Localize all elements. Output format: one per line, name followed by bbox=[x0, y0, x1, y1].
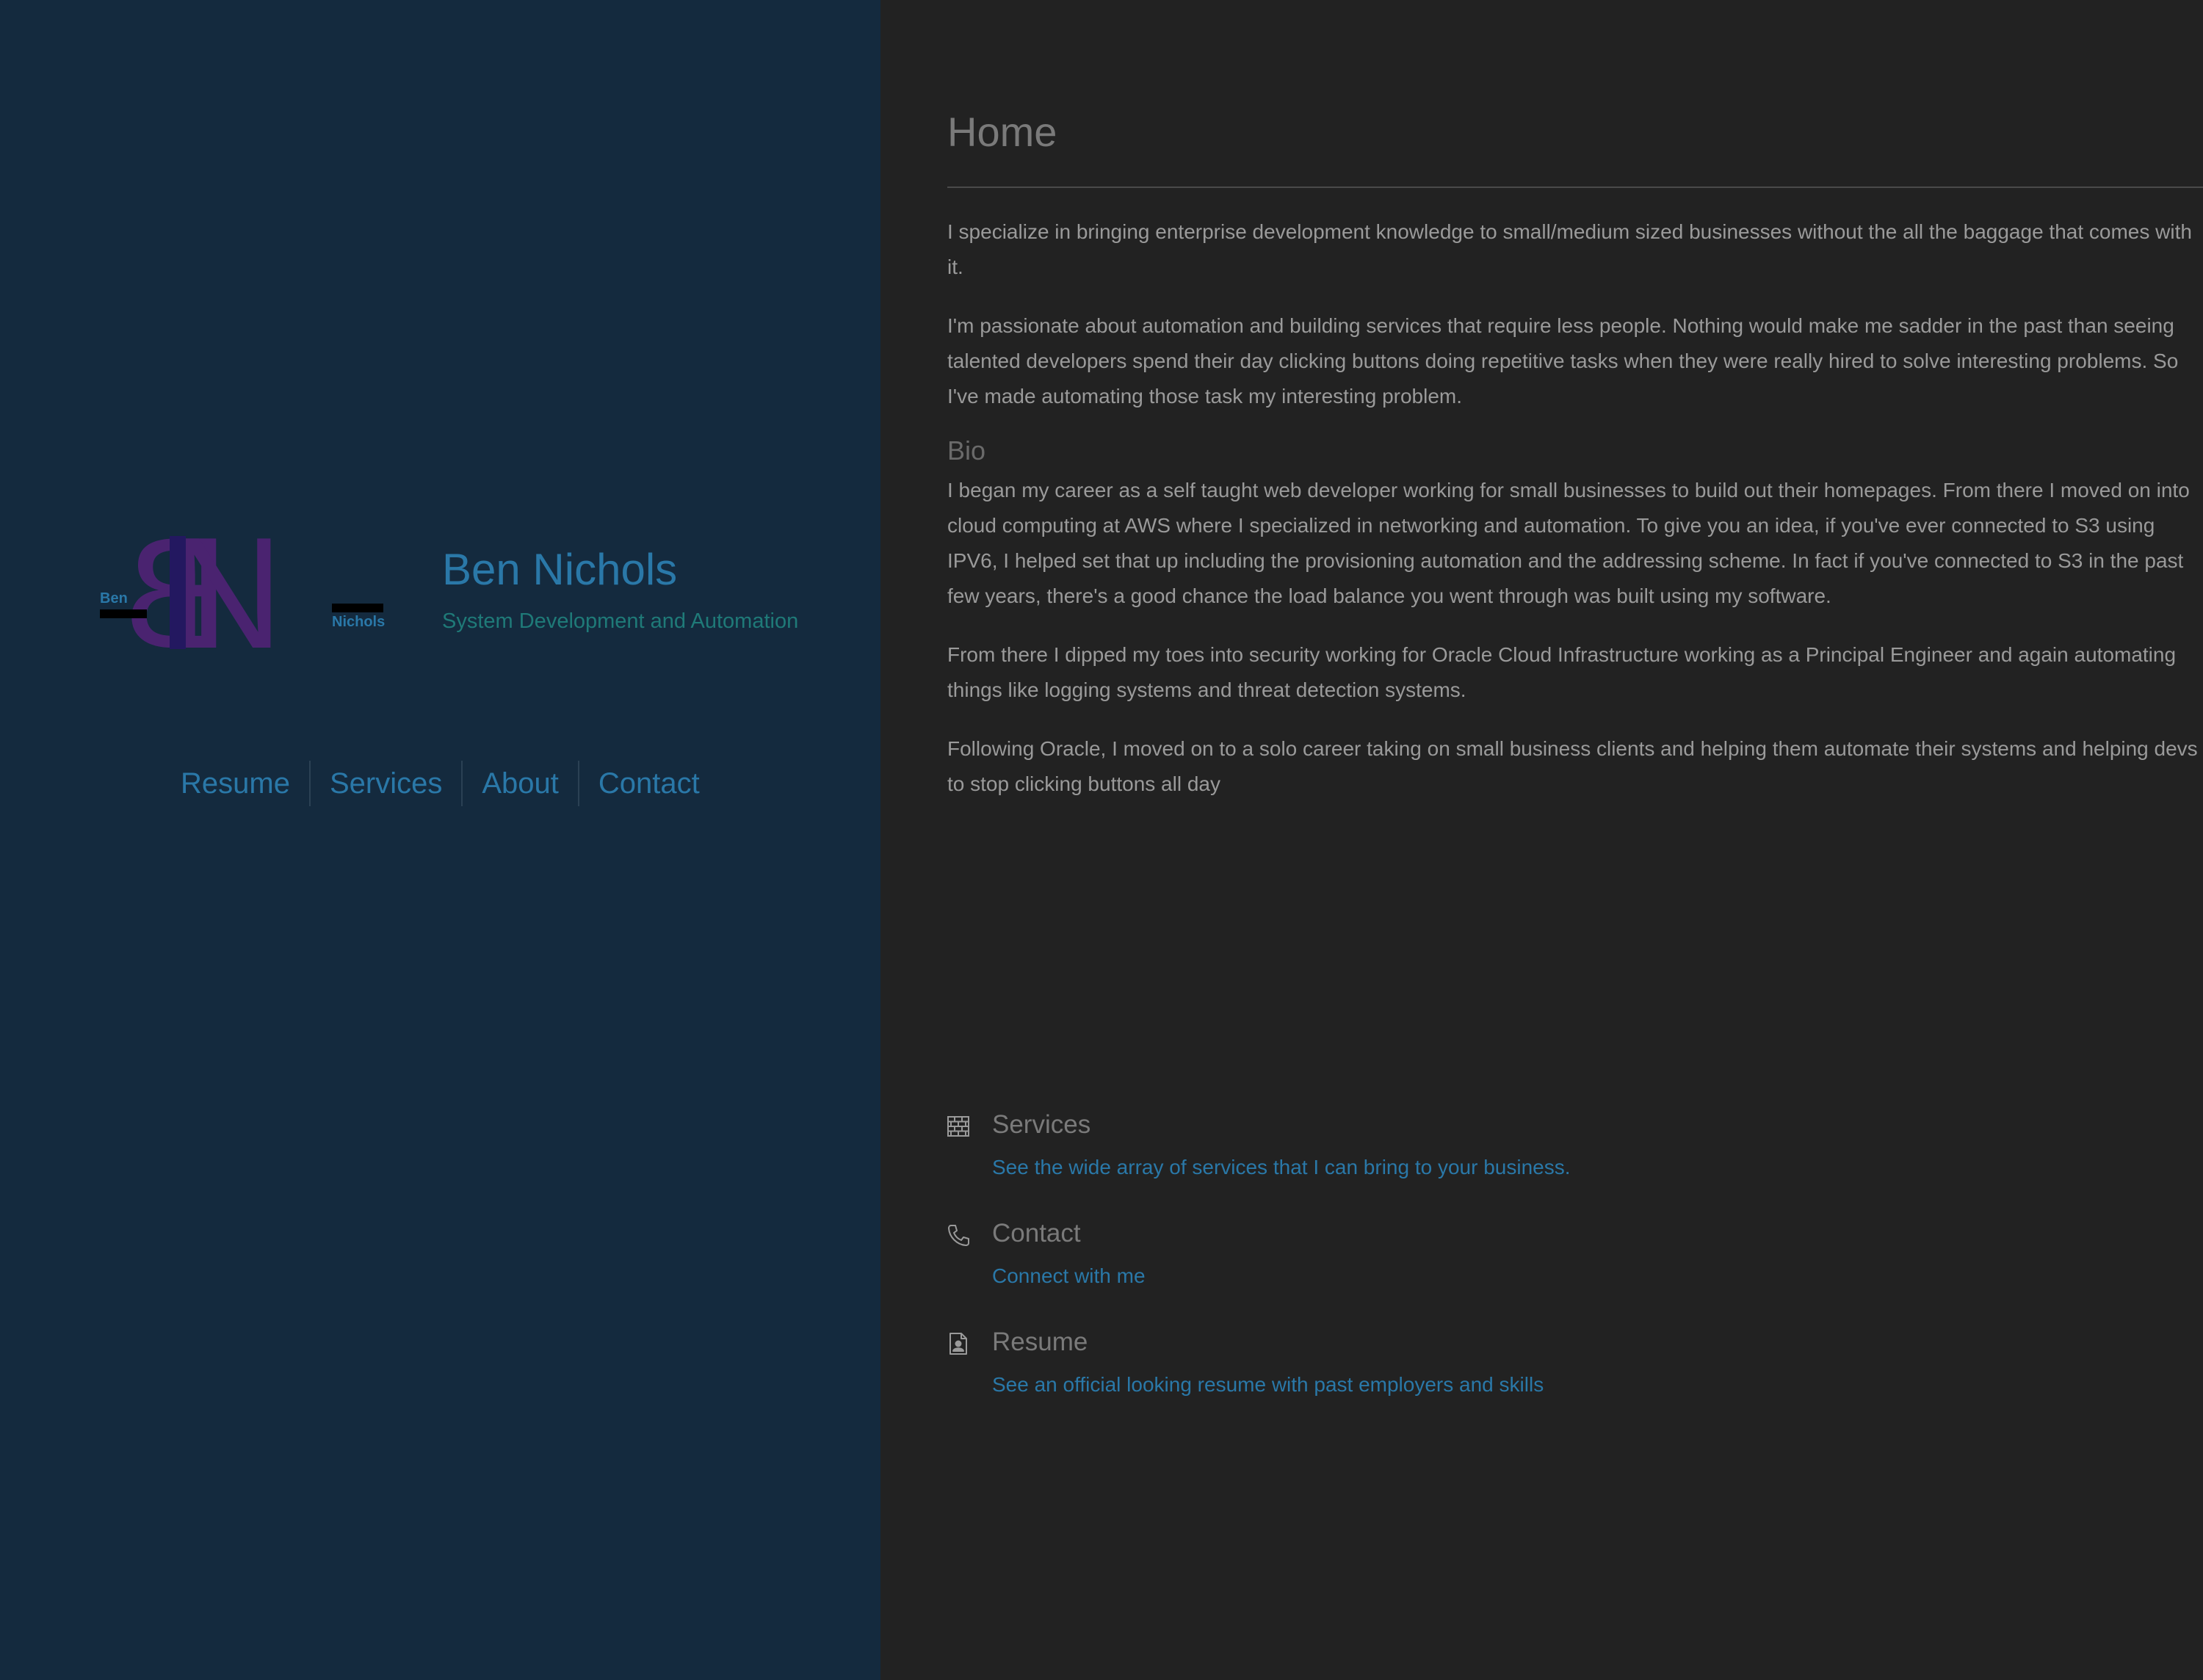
sidebar: B N Ben Nichols Ben Nichols System Devel… bbox=[0, 0, 880, 1680]
nav-link-resume[interactable]: Resume bbox=[162, 761, 309, 806]
bn-logo[interactable]: B N Ben Nichols bbox=[85, 504, 394, 681]
logo-bar-right bbox=[332, 604, 383, 612]
quick-links: Services See the wide array of services … bbox=[947, 1109, 2122, 1435]
resume-file-icon bbox=[947, 1332, 969, 1355]
bio-paragraph: I began my career as a self taught web d… bbox=[947, 479, 2190, 607]
quick-link-contact: Contact Connect with me bbox=[947, 1217, 2122, 1326]
bio-paragraph: Following Oracle, I moved on to a solo c… bbox=[947, 737, 2198, 795]
nav-link-services[interactable]: Services bbox=[311, 761, 461, 806]
quick-link-title: Resume bbox=[992, 1328, 1088, 1356]
logo-letter-n: N bbox=[169, 532, 283, 656]
brand-text: Ben Nichols System Development and Autom… bbox=[442, 548, 798, 634]
phone-icon bbox=[947, 1223, 969, 1247]
logo-small-ben: Ben bbox=[100, 590, 128, 607]
quick-link-services: Services See the wide array of services … bbox=[947, 1109, 2122, 1217]
nav-link-about[interactable]: About bbox=[463, 761, 578, 806]
home-article: Home I specialize in bringing enterprise… bbox=[947, 112, 2203, 802]
logo-small-nichols: Nichols bbox=[332, 614, 386, 630]
intro-paragraph: I'm passionate about automation and buil… bbox=[947, 314, 2179, 408]
brand: B N Ben Nichols Ben Nichols System Devel… bbox=[73, 504, 852, 681]
bn-logo-mark: B N bbox=[123, 504, 283, 681]
quick-link-title: Services bbox=[992, 1110, 1091, 1139]
main-content: Home I specialize in bringing enterprise… bbox=[880, 0, 2203, 1680]
brick-wall-icon bbox=[947, 1115, 969, 1138]
quick-link-contact-description[interactable]: Connect with me bbox=[992, 1263, 1146, 1289]
intro-paragraph: I specialize in bringing enterprise deve… bbox=[947, 220, 2192, 278]
page: B N Ben Nichols Ben Nichols System Devel… bbox=[0, 0, 2203, 1680]
quick-link-title: Contact bbox=[992, 1219, 1081, 1248]
main-nav: Resume Services About Contact bbox=[162, 761, 719, 806]
quick-link-services-description[interactable]: See the wide array of services that I ca… bbox=[992, 1154, 1571, 1181]
page-title: Home bbox=[947, 109, 1057, 155]
nav-link-contact[interactable]: Contact bbox=[579, 761, 719, 806]
logo-stem bbox=[170, 536, 186, 649]
site-tagline: System Development and Automation bbox=[442, 609, 799, 633]
quick-link-resume: Resume See an official looking resume wi… bbox=[947, 1326, 2122, 1435]
logo-bar-left bbox=[100, 609, 147, 618]
bio-paragraph: From there I dipped my toes into securit… bbox=[947, 643, 2177, 701]
site-name[interactable]: Ben Nichols bbox=[442, 548, 798, 592]
quick-link-resume-description[interactable]: See an official looking resume with past… bbox=[992, 1372, 1544, 1398]
bio-heading: Bio bbox=[947, 435, 986, 466]
title-divider bbox=[947, 187, 2203, 188]
